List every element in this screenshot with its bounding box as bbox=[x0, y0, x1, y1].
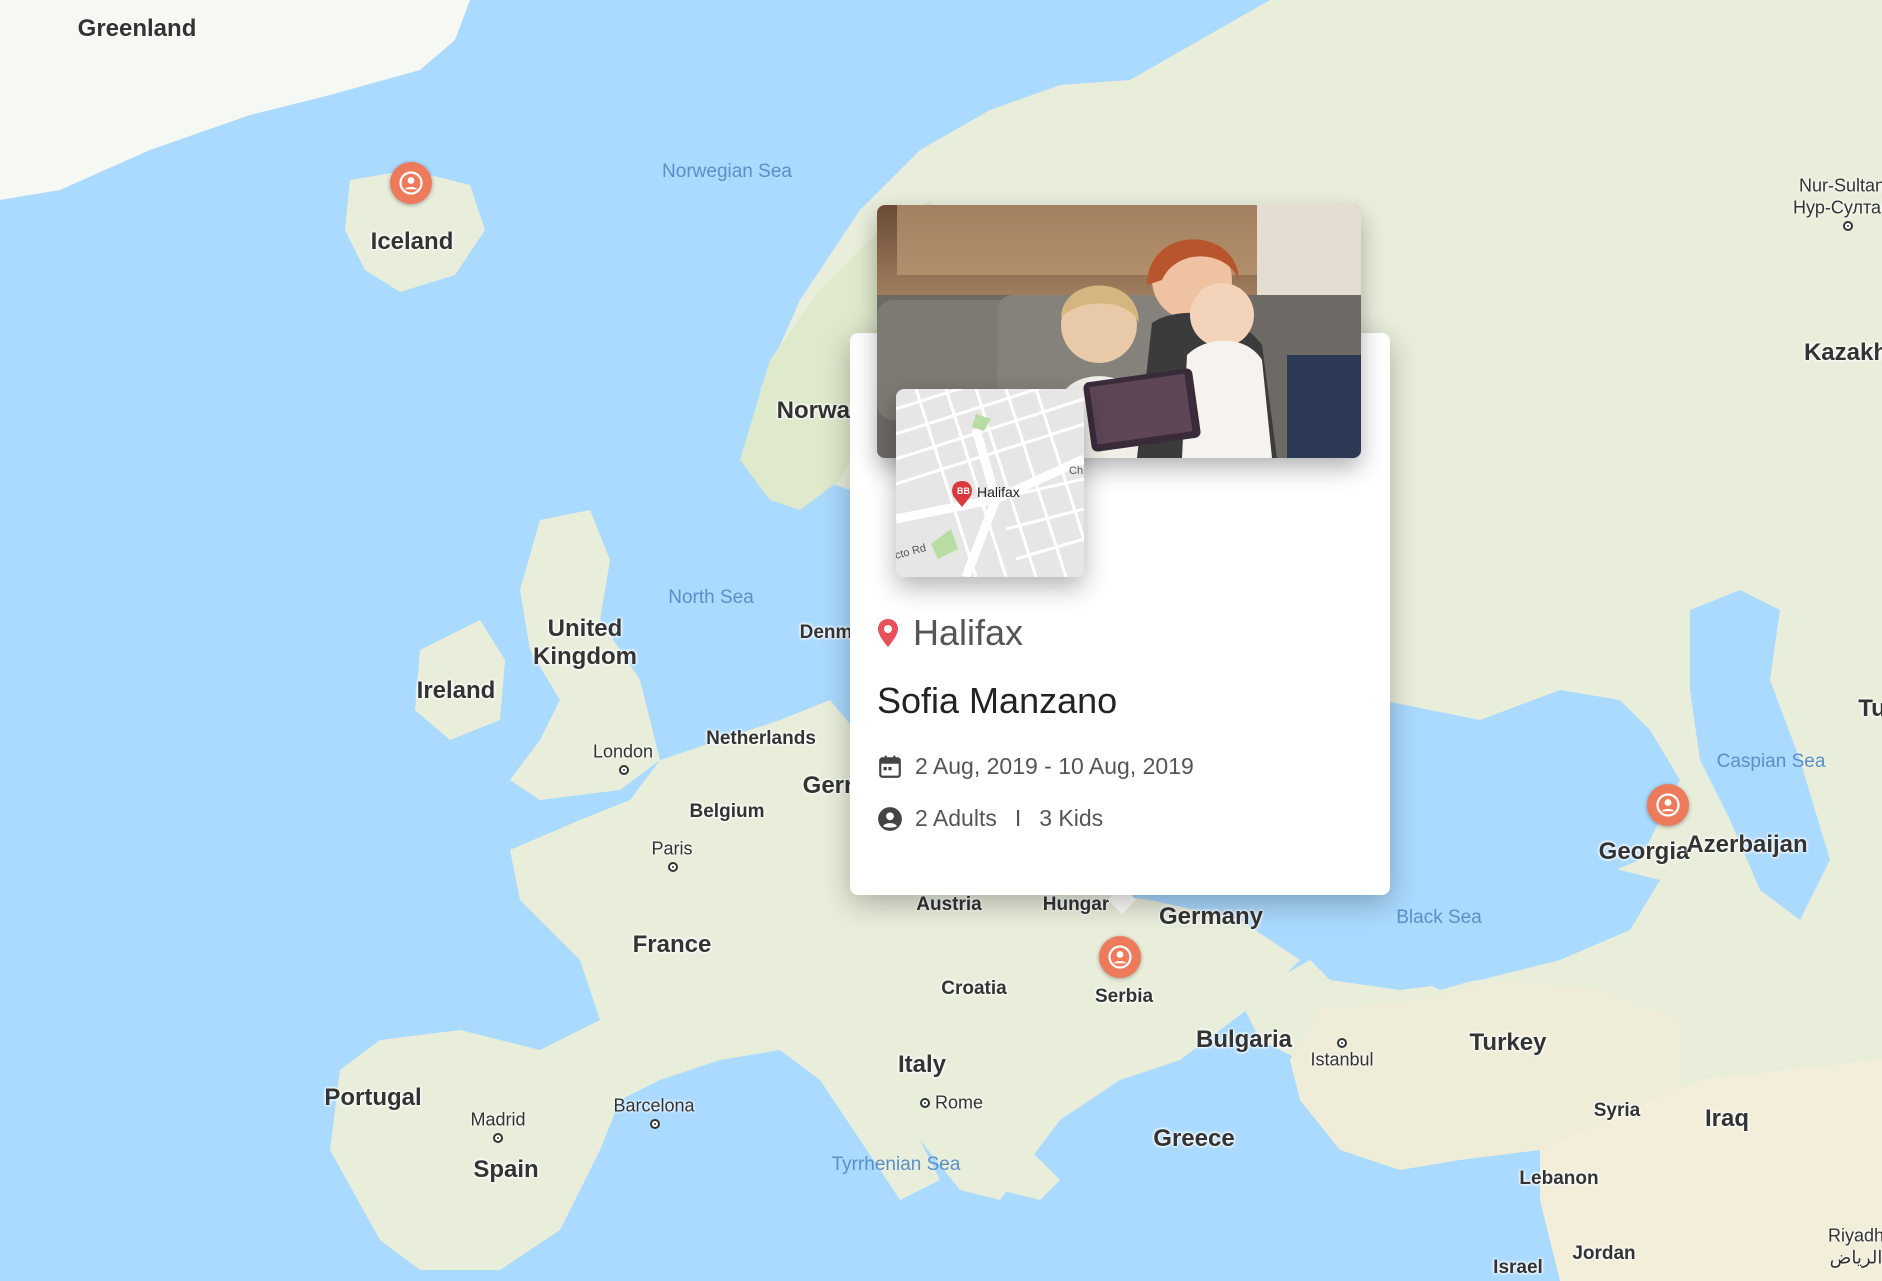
country-label-spain: Spain bbox=[473, 1156, 539, 1183]
user-icon bbox=[399, 171, 423, 195]
country-label-greenland: Greenland bbox=[77, 15, 197, 42]
country-label-hungary: Hungar bbox=[1042, 894, 1110, 915]
city-label-rome: Rome bbox=[934, 1092, 984, 1113]
guest-marker-iceland[interactable] bbox=[390, 162, 432, 204]
city-label-nur-sultan: Nur-Sultan bbox=[1798, 175, 1882, 196]
city-dot-paris bbox=[668, 862, 678, 872]
location-pin-icon bbox=[878, 619, 898, 647]
country-label-lebanon: Lebanon bbox=[1519, 1168, 1599, 1189]
stay-dates: 2 Aug, 2019 - 10 Aug, 2019 bbox=[915, 753, 1194, 779]
calendar-icon bbox=[879, 755, 901, 778]
country-label-serbia: Serbia bbox=[1094, 986, 1154, 1007]
guests-row: 2 Adults I 3 Kids bbox=[877, 805, 1103, 832]
city-dot-nur-sultan bbox=[1843, 221, 1853, 231]
country-label-turkmenistan: Tu bbox=[1858, 695, 1882, 722]
country-label-netherlands: Netherlands bbox=[706, 728, 816, 749]
country-label-iraq: Iraq bbox=[1704, 1105, 1750, 1132]
sea-label-tyrrhenian-sea: Tyrrhenian Sea bbox=[831, 1154, 961, 1175]
street-map-thumbnail: cto Rd Ch BB Halifax bbox=[896, 389, 1084, 577]
country-label-georgia: Georgia bbox=[1598, 838, 1690, 865]
country-label-bulgaria: Bulgaria bbox=[1195, 1026, 1293, 1053]
country-label-france: France bbox=[632, 931, 712, 958]
country-label-syria: Syria bbox=[1593, 1100, 1641, 1121]
guest-name: Sofia Manzano bbox=[877, 680, 1118, 721]
country-label-austria: Austria bbox=[916, 894, 982, 915]
location-minimap[interactable]: cto Rd Ch BB Halifax bbox=[896, 389, 1084, 577]
country-label-romania: Germany bbox=[1158, 903, 1264, 930]
sea-label-caspian-sea: Caspian Sea bbox=[1716, 751, 1826, 772]
city-label-riyadh-arabic: الرياض bbox=[1829, 1247, 1882, 1268]
country-label-israel: Israel bbox=[1493, 1257, 1543, 1278]
city-label-madrid: Madrid bbox=[470, 1109, 526, 1130]
country-label-azerbaijan: Azerbaijan bbox=[1686, 831, 1808, 858]
country-label-ireland: Ireland bbox=[416, 677, 496, 704]
guests-user-icon bbox=[878, 806, 902, 831]
city-label-paris: Paris bbox=[651, 838, 693, 859]
city-label-barcelona: Barcelona bbox=[613, 1095, 695, 1116]
country-label-kazakhstan: Kazakh bbox=[1803, 339, 1882, 366]
guest-marker-serbia[interactable] bbox=[1099, 936, 1141, 978]
city-dot-london bbox=[619, 765, 629, 775]
sea-label-north-sea: North Sea bbox=[668, 587, 754, 608]
kids-count: 3 Kids bbox=[1039, 805, 1104, 831]
country-label-italy: Italy bbox=[897, 1051, 947, 1078]
country-label-denmark: Denm bbox=[799, 622, 853, 643]
date-row: 2 Aug, 2019 - 10 Aug, 2019 bbox=[877, 753, 1194, 780]
guest-marker-georgia[interactable] bbox=[1647, 784, 1689, 826]
minimap-road-label-2: Ch bbox=[1069, 465, 1083, 477]
city-dot-istanbul bbox=[1337, 1038, 1347, 1048]
sea-label-black-sea: Black Sea bbox=[1396, 907, 1482, 928]
city-label-nur-sultan-cyrillic: Нур-Султан bbox=[1793, 197, 1882, 218]
country-label-turkey: Turkey bbox=[1469, 1029, 1547, 1056]
svg-text:BB: BB bbox=[957, 486, 970, 496]
country-label-germany: Gerr bbox=[802, 772, 854, 799]
country-label-greece: Greece bbox=[1153, 1125, 1235, 1152]
location-row: Halifax bbox=[877, 612, 1023, 654]
minimap-location-label: Halifax bbox=[977, 484, 1020, 500]
sea-label-norwegian-sea: Norwegian Sea bbox=[662, 161, 792, 182]
city-dot-barcelona bbox=[650, 1119, 660, 1129]
adults-count: 2 Adults bbox=[915, 805, 997, 831]
guest-separator: I bbox=[1014, 805, 1022, 831]
city-label-london: London bbox=[592, 741, 654, 762]
country-label-portugal: Portugal bbox=[324, 1084, 422, 1111]
user-icon bbox=[1656, 793, 1680, 817]
city-dot-rome bbox=[920, 1098, 930, 1108]
country-label-croatia: Croatia bbox=[941, 978, 1007, 999]
country-label-jordan: Jordan bbox=[1572, 1243, 1636, 1264]
location-name: Halifax bbox=[913, 612, 1024, 653]
city-dot-madrid bbox=[493, 1133, 503, 1143]
country-label-belgium: Belgium bbox=[689, 801, 765, 822]
country-label-united-kingdom: United Kingdom bbox=[533, 615, 637, 670]
country-label-iceland: Iceland bbox=[370, 228, 454, 255]
city-label-istanbul: Istanbul bbox=[1310, 1049, 1374, 1070]
city-label-riyadh: Riyadh bbox=[1827, 1225, 1882, 1246]
user-icon bbox=[1108, 945, 1132, 969]
